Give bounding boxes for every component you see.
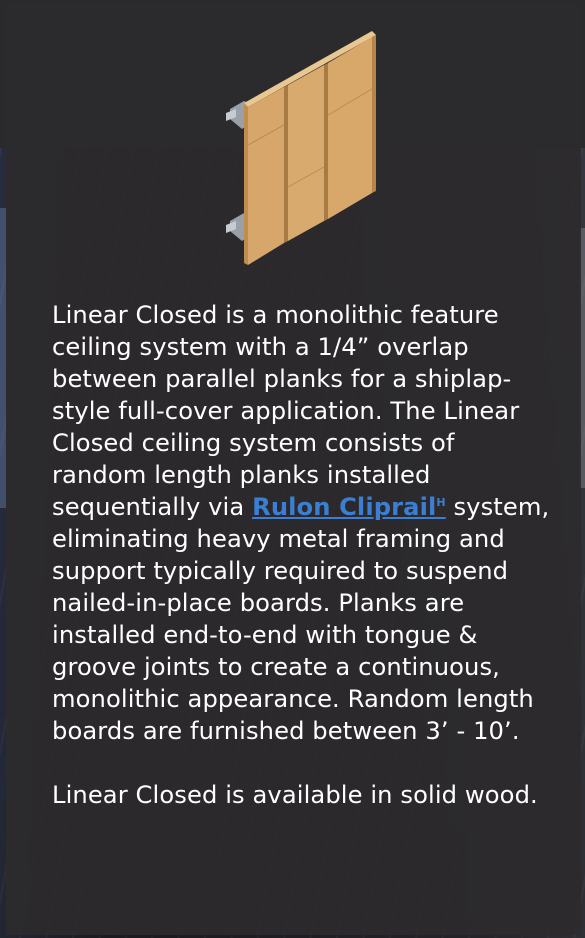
description-text: system, eliminating heavy metal framing … xyxy=(52,493,550,745)
description-paragraph: Linear Closed is a monolithic feature ce… xyxy=(52,299,552,747)
product-description: Linear Closed is a monolithic feature ce… xyxy=(52,299,552,843)
page: Linear Closed is a monolithic feature ce… xyxy=(0,0,585,938)
wood-plank-panel-icon xyxy=(226,31,376,265)
availability-paragraph: Linear Closed is available in solid wood… xyxy=(52,781,538,809)
link-superscript: H xyxy=(436,495,446,509)
link-label: Rulon Cliprail xyxy=(252,493,437,521)
description-text: Linear Closed is a monolithic feature ce… xyxy=(52,301,520,521)
rulon-cliprail-link[interactable]: Rulon CliprailH xyxy=(252,493,446,521)
product-card: Linear Closed is a monolithic feature ce… xyxy=(6,3,581,935)
